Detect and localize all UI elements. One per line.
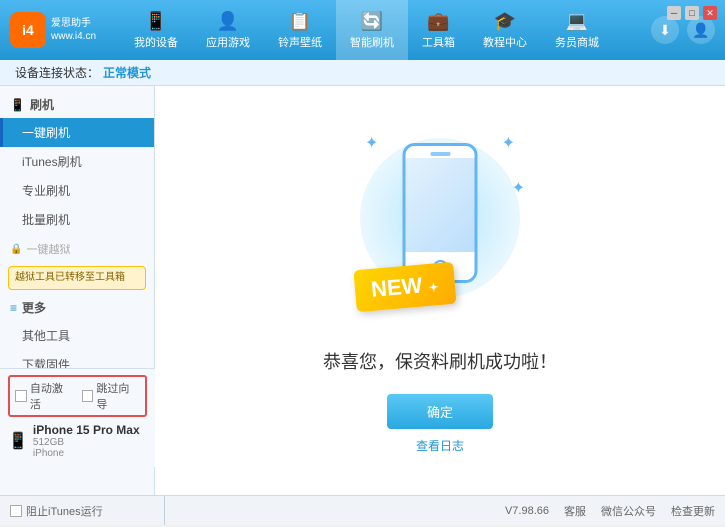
device-icon: 📱 (8, 431, 28, 451)
new-badge: NEW ✦ (353, 261, 456, 312)
one-key-flash-label: 一键刷机 (22, 126, 70, 140)
phone-screen (406, 158, 475, 252)
confirm-button[interactable]: 确定 (387, 394, 493, 429)
bottom-bar: 阻止iTunes运行 V7.98.66 客服 微信公众号 检查更新 (0, 495, 725, 525)
sidebar-item-one-key-flash[interactable]: 一键刷机 (0, 118, 154, 147)
smart-flash-icon: 🔄 (361, 11, 383, 32)
logo-icon: i4 (10, 12, 46, 48)
nav-tab-ringtones-label: 铃声壁纸 (278, 34, 322, 50)
my-device-icon: 📱 (145, 11, 167, 32)
nav-tabs: 📱 我的设备 👤 应用游戏 📋 铃声壁纸 🔄 智能刷机 💼 工具箱 🎓 教程中心… (120, 0, 651, 60)
device-name: iPhone 15 Pro Max (33, 423, 140, 437)
tutorials-icon: 🎓 (494, 11, 516, 32)
guided-setup-label: 跳过向导 (96, 380, 140, 412)
bottom-right: V7.98.66 客服 微信公众号 检查更新 (180, 503, 715, 519)
tools-icon: 💼 (427, 11, 449, 32)
flash-section-icon: 📱 (10, 98, 25, 112)
itunes-flash-label: iTunes刷机 (22, 155, 82, 169)
sparkle-1: ✦ (365, 133, 378, 153)
sparkle-3: ✦ (512, 178, 525, 198)
phone-speaker (430, 152, 450, 156)
status-label: 设备连接状态： (15, 64, 99, 81)
more-section-label: 更多 (22, 299, 46, 316)
success-text: 恭喜您，保资料刷机成功啦！ (323, 348, 557, 374)
app-url: www.i4.cn (51, 30, 96, 43)
main-layout: 📱 刷机 一键刷机 iTunes刷机 专业刷机 批量刷机 🔒 一键越狱 越狱工具… (0, 86, 725, 495)
nav-tab-smart-flash-label: 智能刷机 (350, 34, 394, 50)
nav-tab-ringtones[interactable]: 📋 铃声壁纸 (264, 0, 336, 60)
maximize-button[interactable]: □ (685, 6, 699, 20)
auto-activate-label: 自动激活 (30, 380, 74, 412)
logo: i4 爱思助手 www.i4.cn (10, 12, 100, 48)
user-button[interactable]: 👤 (687, 16, 715, 44)
success-message: 恭喜您，保资料刷机成功啦！ (323, 352, 557, 372)
confirm-btn-label: 确定 (427, 405, 453, 420)
minimize-button[interactable]: ─ (667, 6, 681, 20)
guided-setup-checkbox[interactable] (82, 390, 94, 402)
batch-flash-label: 批量刷机 (22, 213, 70, 227)
jailbreak-section: 🔒 一键越狱 (0, 236, 154, 262)
sidebar-item-other-tools[interactable]: 其他工具 (0, 321, 154, 350)
nav-tab-tools[interactable]: 💼 工具箱 (408, 0, 469, 60)
app-title: 爱思助手 (51, 17, 96, 30)
sidebar-item-batch-flash[interactable]: 批量刷机 (0, 205, 154, 234)
flash-section-label: 刷机 (30, 96, 54, 113)
device-info: iPhone 15 Pro Max 512GB iPhone (33, 423, 140, 459)
download-button[interactable]: ⬇ (651, 16, 679, 44)
version-label: V7.98.66 (505, 505, 549, 517)
itunes-label: 阻止iTunes运行 (26, 503, 103, 519)
flash-section-header: 📱 刷机 (0, 91, 154, 118)
device-type: iPhone (33, 448, 140, 459)
auto-activate-checkbox-item[interactable]: 自动激活 (15, 380, 74, 412)
wechat-link[interactable]: 微信公众号 (601, 503, 656, 519)
sidebar: 📱 刷机 一键刷机 iTunes刷机 专业刷机 批量刷机 🔒 一键越狱 越狱工具… (0, 86, 155, 495)
other-tools-label: 其他工具 (22, 329, 70, 343)
nav-tab-tutorials-label: 教程中心 (483, 34, 527, 50)
check-update-link[interactable]: 检查更新 (671, 503, 715, 519)
nav-tab-business-label: 务员商城 (555, 34, 599, 50)
auto-activate-checkbox[interactable] (15, 390, 27, 402)
nav-tab-tutorials[interactable]: 🎓 教程中心 (469, 0, 541, 60)
header-right: ⬇ 👤 (651, 16, 715, 44)
sidebar-item-pro-flash[interactable]: 专业刷机 (0, 176, 154, 205)
status-value: 正常模式 (103, 64, 151, 81)
sub-header: 设备连接状态： 正常模式 (0, 60, 725, 86)
nav-tab-business[interactable]: 💻 务员商城 (541, 0, 613, 60)
new-badge-text: NEW (370, 272, 423, 301)
device-storage: 512GB (33, 437, 140, 448)
notice-text: 越狱工具已转移至工具箱 (15, 272, 125, 283)
nav-tab-tools-label: 工具箱 (422, 34, 455, 50)
content-area: NEW ✦ ✦ ✦ ✦ 恭喜您，保资料刷机成功啦！ 确定 查看日志 (155, 86, 725, 495)
lock-icon: 🔒 (10, 244, 22, 255)
flash-section: 📱 刷机 一键刷机 iTunes刷机 专业刷机 批量刷机 (0, 91, 154, 234)
business-icon: 💻 (566, 11, 588, 32)
more-section-header: ≡ 更多 (0, 294, 154, 321)
nav-tab-apps-label: 应用游戏 (206, 34, 250, 50)
jailbreak-notice: 越狱工具已转移至工具箱 (8, 266, 146, 290)
sidebar-item-itunes-flash[interactable]: iTunes刷机 (0, 147, 154, 176)
apps-games-icon: 👤 (217, 11, 239, 32)
log-link[interactable]: 查看日志 (416, 437, 464, 454)
log-link-text: 查看日志 (416, 439, 464, 453)
header: i4 爱思助手 www.i4.cn 📱 我的设备 👤 应用游戏 📋 铃声壁纸 🔄… (0, 0, 725, 60)
pro-flash-label: 专业刷机 (22, 184, 70, 198)
customer-service-link[interactable]: 客服 (564, 503, 586, 519)
nav-tab-smart-flash[interactable]: 🔄 智能刷机 (336, 0, 408, 60)
nav-tab-my-device[interactable]: 📱 我的设备 (120, 0, 192, 60)
sparkle-2: ✦ (502, 133, 515, 153)
close-button[interactable]: ✕ (703, 6, 717, 20)
guided-setup-checkbox-item[interactable]: 跳过向导 (82, 380, 141, 412)
phone-illustration: NEW ✦ ✦ ✦ ✦ (350, 128, 530, 328)
nav-tab-my-device-label: 我的设备 (134, 34, 178, 50)
ringtones-icon: 📋 (289, 11, 311, 32)
itunes-checkbox[interactable] (10, 505, 22, 517)
jailbreak-label: 一键越狱 (26, 241, 70, 257)
phone-body (403, 143, 478, 283)
more-section-icon: ≡ (10, 301, 17, 315)
nav-tab-apps-games[interactable]: 👤 应用游戏 (192, 0, 264, 60)
logo-text: 爱思助手 www.i4.cn (51, 17, 96, 43)
